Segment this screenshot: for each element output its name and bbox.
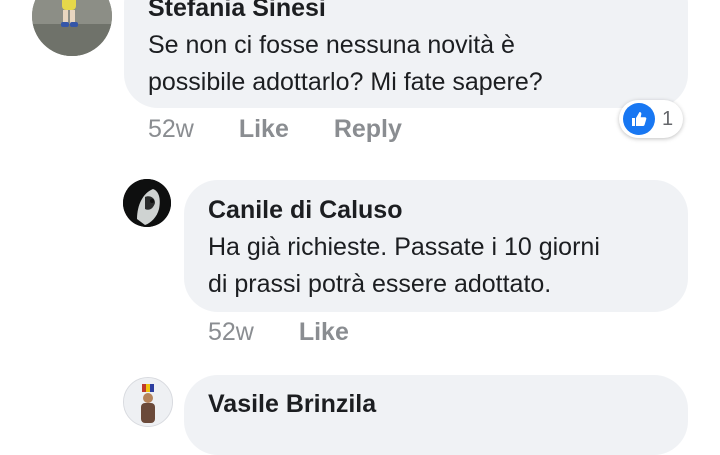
reaction-summary[interactable]: 1 bbox=[619, 100, 683, 138]
comment-text: Se non ci fosse nessuna novità è possibi… bbox=[148, 27, 543, 101]
avatar-canile-di-caluso[interactable] bbox=[123, 179, 171, 227]
comment-actions: 52w Like bbox=[208, 318, 349, 347]
comment-author[interactable]: Canile di Caluso bbox=[208, 196, 402, 225]
reply-button[interactable]: Reply bbox=[334, 115, 402, 143]
comment-actions: 52w Like Reply bbox=[148, 115, 402, 144]
person-photo-icon bbox=[124, 378, 172, 426]
comment-text-line: di prassi potrà essere adottato. bbox=[208, 270, 552, 298]
comment-author[interactable]: Stefania Sinesi bbox=[148, 0, 326, 23]
avatar-vasile-brinzila[interactable] bbox=[123, 377, 173, 427]
comment-text-line: Ha già richieste. Passate i 10 giorni bbox=[208, 233, 600, 261]
comment-text-line: possibile adottarlo? Mi fate sapere? bbox=[148, 68, 543, 96]
like-button[interactable]: Like bbox=[299, 318, 349, 346]
like-button[interactable]: Like bbox=[239, 115, 289, 143]
thumbs-up-icon bbox=[623, 103, 655, 135]
comment-text: Ha già richieste. Passate i 10 giorni di… bbox=[208, 229, 600, 303]
comment-text-line: Se non ci fosse nessuna novità è bbox=[148, 31, 515, 59]
dog-photo-icon bbox=[123, 179, 171, 227]
avatar-stefania-sinesi[interactable] bbox=[32, 0, 112, 56]
person-photo-icon bbox=[32, 0, 112, 56]
comment-timestamp[interactable]: 52w bbox=[148, 115, 194, 143]
reaction-count: 1 bbox=[662, 107, 674, 130]
comment-timestamp[interactable]: 52w bbox=[208, 318, 254, 346]
